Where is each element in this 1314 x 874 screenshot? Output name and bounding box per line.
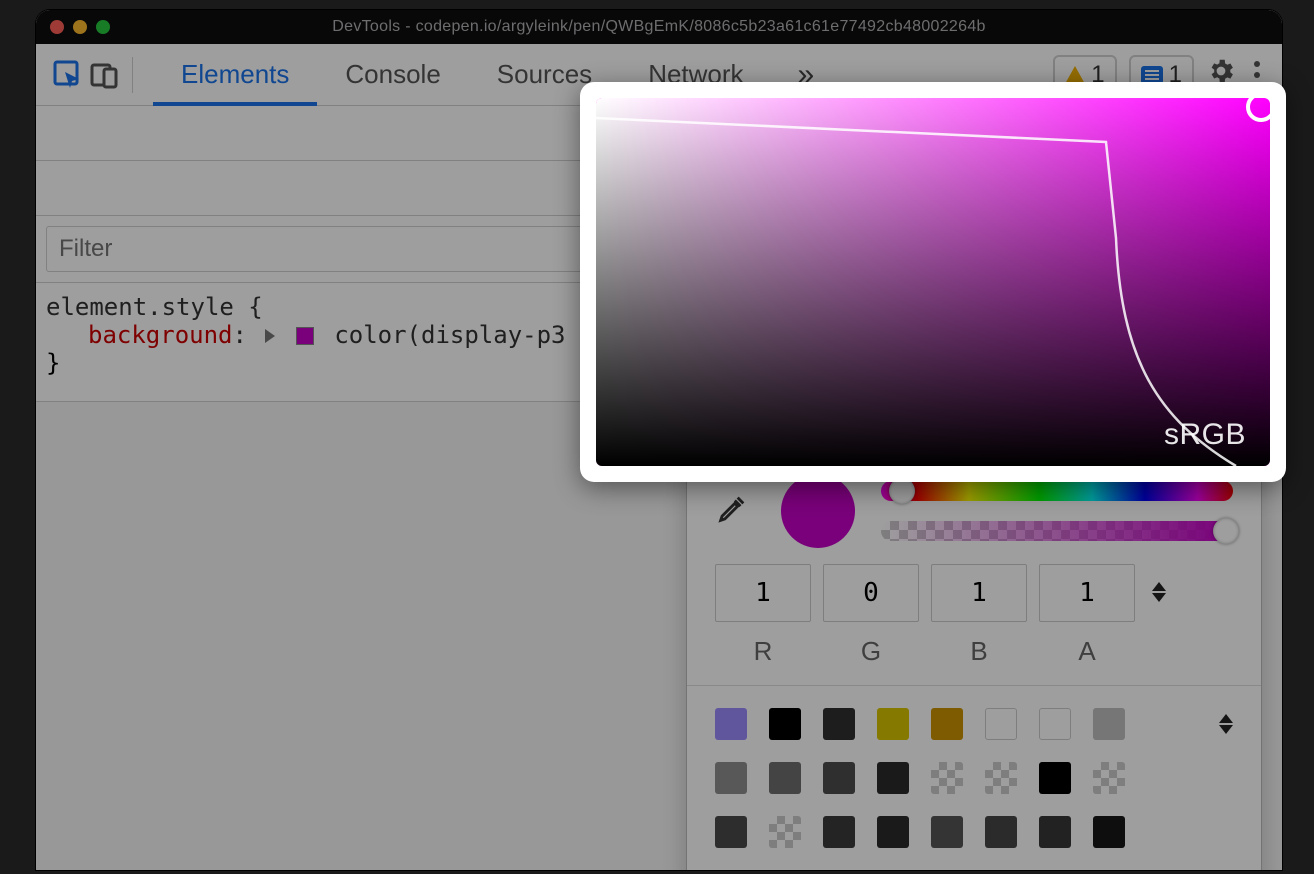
palette-chip[interactable] — [877, 816, 909, 848]
inspect-element-icon[interactable] — [50, 57, 86, 93]
eyedropper-icon[interactable] — [715, 492, 755, 531]
color-g-input[interactable] — [823, 564, 919, 622]
palette-chip[interactable] — [823, 816, 855, 848]
palette-chip[interactable] — [1093, 816, 1125, 848]
close-window-button[interactable] — [50, 20, 64, 34]
palette-chip[interactable] — [985, 708, 1017, 740]
toolbar-separator — [132, 57, 133, 93]
palette-chip[interactable] — [769, 762, 801, 794]
zoom-window-button[interactable] — [96, 20, 110, 34]
color-r-label: R — [754, 636, 773, 667]
css-property-name[interactable]: background — [88, 321, 233, 349]
palette-chip[interactable] — [823, 708, 855, 740]
color-b-label: B — [970, 636, 987, 667]
warning-icon — [1065, 66, 1085, 84]
window-title: DevTools - codepen.io/argyleink/pen/QWBg… — [332, 18, 985, 36]
window-titlebar: DevTools - codepen.io/argyleink/pen/QWBg… — [36, 10, 1282, 44]
color-palette — [687, 694, 1261, 862]
issues-icon — [1141, 66, 1163, 84]
palette-chip[interactable] — [877, 762, 909, 794]
tab-elements[interactable]: Elements — [153, 44, 317, 105]
palette-chip[interactable] — [985, 762, 1017, 794]
window-controls — [50, 20, 110, 34]
palette-chip[interactable] — [877, 708, 909, 740]
palette-chip[interactable] — [769, 708, 801, 740]
tab-console[interactable]: Console — [317, 44, 468, 105]
palette-chip[interactable] — [1039, 762, 1071, 794]
palette-chip[interactable] — [1093, 762, 1125, 794]
color-a-input[interactable] — [1039, 564, 1135, 622]
spectrum-canvas[interactable]: sRGB — [596, 98, 1270, 466]
srgb-gamut-line — [596, 98, 1270, 466]
color-values-row: R G B A — [687, 558, 1261, 677]
css-rule-close: } — [46, 349, 60, 377]
minimize-window-button[interactable] — [73, 20, 87, 34]
alpha-thumb[interactable] — [1213, 518, 1239, 544]
palette-chip[interactable] — [1039, 816, 1071, 848]
hue-slider[interactable] — [881, 481, 1233, 501]
color-r-input[interactable] — [715, 564, 811, 622]
palette-chip[interactable] — [715, 816, 747, 848]
palette-chip[interactable] — [985, 816, 1017, 848]
palette-chip[interactable] — [715, 708, 747, 740]
palette-chip[interactable] — [931, 762, 963, 794]
palette-chip[interactable] — [931, 708, 963, 740]
palette-chip[interactable] — [769, 816, 801, 848]
color-a-label: A — [1078, 636, 1095, 667]
palette-chip[interactable] — [1039, 708, 1071, 740]
palette-chip[interactable] — [1093, 708, 1125, 740]
expand-value-icon[interactable] — [265, 329, 275, 343]
palette-chip[interactable] — [715, 762, 747, 794]
spectrum-popup: sRGB — [580, 82, 1286, 482]
color-format-toggle[interactable] — [1147, 582, 1171, 602]
alpha-slider[interactable] — [881, 521, 1233, 541]
color-g-label: G — [861, 636, 881, 667]
current-color-swatch — [781, 474, 855, 548]
color-swatch-inline[interactable] — [296, 327, 314, 345]
palette-row-2 — [715, 762, 1233, 794]
device-toolbar-icon[interactable] — [86, 57, 122, 93]
css-selector[interactable]: element.style { — [46, 293, 263, 321]
palette-separator — [687, 685, 1261, 686]
palette-row-1 — [715, 708, 1233, 740]
color-b-input[interactable] — [931, 564, 1027, 622]
palette-chip[interactable] — [823, 762, 855, 794]
palette-toggle[interactable] — [1219, 714, 1233, 734]
palette-chip[interactable] — [931, 816, 963, 848]
gamut-label: sRGB — [1164, 418, 1246, 452]
palette-row-3 — [715, 816, 1233, 848]
